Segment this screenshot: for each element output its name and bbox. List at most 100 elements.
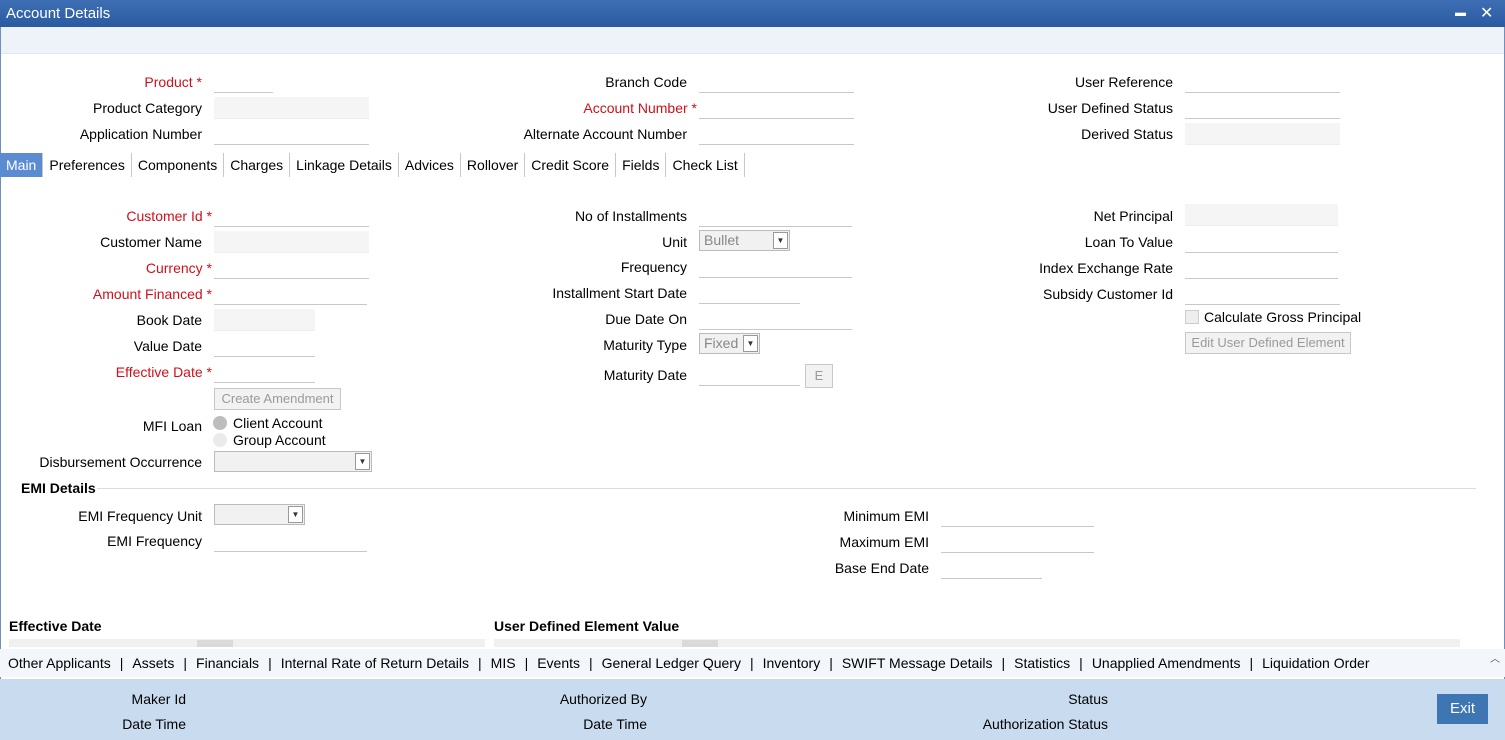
- customer-id-label: Customer Id *: [126, 208, 212, 224]
- user-defined-element-value-grid: [494, 639, 1460, 647]
- user-defined-status-label: User Defined Status: [1047, 100, 1173, 116]
- edit-user-defined-element-button[interactable]: Edit User Defined Element: [1185, 332, 1351, 354]
- tab-linkage-details[interactable]: Linkage Details: [290, 153, 399, 177]
- user-defined-status-input[interactable]: [1185, 97, 1340, 119]
- audit-footer: [0, 679, 1505, 740]
- subsidy-customer-id-input[interactable]: [1185, 283, 1340, 305]
- scroll-up-icon[interactable]: ︿: [1490, 650, 1500, 665]
- tab-charges[interactable]: Charges: [224, 153, 291, 177]
- link-mis[interactable]: MIS: [491, 655, 516, 671]
- maximum-emi-label: Maximum EMI: [839, 534, 929, 550]
- chevron-down-icon: ▼: [773, 232, 788, 249]
- link-liquidation-order[interactable]: Liquidation Order: [1262, 655, 1369, 671]
- minimum-emi-input[interactable]: [941, 505, 1094, 527]
- loan-to-value-input[interactable]: [1185, 231, 1338, 253]
- frequency-input[interactable]: [699, 256, 852, 278]
- authorization-status-label: Authorization Status: [982, 716, 1108, 732]
- link-financials[interactable]: Financials: [196, 655, 259, 671]
- branch-code-input[interactable]: [699, 71, 854, 93]
- customer-id-input[interactable]: [214, 205, 369, 227]
- link-swift-message-details[interactable]: SWIFT Message Details: [842, 655, 993, 671]
- user-defined-element-value-grid-title: User Defined Element Value: [494, 618, 680, 634]
- currency-label: Currency *: [145, 260, 212, 276]
- minimize-icon[interactable]: ▬: [1455, 7, 1466, 19]
- links-row: Other Applicants | Assets | Financials | Inter…: [8, 655, 1370, 671]
- link-internal-rate-of-return-details[interactable]: Internal Rate of Return Details: [281, 655, 469, 671]
- create-amendment-button[interactable]: Create Amendment: [214, 388, 341, 410]
- index-exchange-rate-label: Index Exchange Rate: [1039, 260, 1173, 276]
- value-date-label: Value Date: [133, 338, 202, 354]
- amount-financed-label: Amount Financed *: [92, 286, 212, 302]
- tab-main[interactable]: Main: [0, 153, 44, 177]
- close-icon[interactable]: ✕: [1480, 3, 1493, 23]
- window-title: Account Details: [6, 5, 111, 22]
- link-general-ledger-query[interactable]: General Ledger Query: [602, 655, 741, 671]
- emi-frequency-unit-label: EMI Frequency Unit: [78, 508, 202, 524]
- client-account-label: Client Account: [233, 415, 323, 431]
- calculate-gross-principal-checkbox[interactable]: [1185, 310, 1199, 324]
- installment-start-date-label: Installment Start Date: [552, 285, 687, 301]
- application-number-input[interactable]: [214, 123, 369, 145]
- net-principal-label: Net Principal: [1093, 208, 1173, 224]
- title-bar: Account Details ▬ ✕: [0, 0, 1505, 27]
- tab-check-list[interactable]: Check List: [666, 153, 745, 177]
- grid-button[interactable]: [197, 640, 233, 647]
- tab-rollover[interactable]: Rollover: [461, 153, 526, 177]
- tab-fields[interactable]: Fields: [616, 153, 667, 177]
- exit-button[interactable]: Exit: [1437, 694, 1488, 724]
- link-separator: |: [183, 655, 188, 671]
- maturity-date-input[interactable]: [699, 364, 800, 386]
- tab-preferences[interactable]: Preferences: [43, 153, 132, 177]
- index-exchange-rate-input[interactable]: [1185, 257, 1338, 279]
- amount-financed-input[interactable]: [214, 283, 367, 305]
- maximum-emi-input[interactable]: [941, 531, 1094, 553]
- chevron-down-icon: ▼: [288, 506, 303, 523]
- customer-name-label: Customer Name: [100, 234, 202, 250]
- installment-start-date-input[interactable]: [699, 282, 800, 304]
- tab-advices[interactable]: Advices: [399, 153, 461, 177]
- account-number-input[interactable]: [699, 97, 854, 119]
- client-account-radio[interactable]: [213, 416, 227, 430]
- section-divider: [97, 488, 1476, 489]
- net-principal-field: [1185, 204, 1338, 226]
- base-end-date-label: Base End Date: [834, 560, 929, 576]
- link-separator: |: [1249, 655, 1254, 671]
- loan-to-value-label: Loan To Value: [1084, 234, 1173, 250]
- effective-date-grid-title: Effective Date: [9, 618, 102, 634]
- emi-frequency-unit-select[interactable]: ▼: [214, 504, 305, 525]
- e-button[interactable]: E: [805, 364, 833, 388]
- user-reference-input[interactable]: [1185, 71, 1340, 93]
- grid-button[interactable]: [682, 640, 718, 647]
- chevron-down-icon: ▼: [355, 453, 370, 470]
- emi-frequency-input[interactable]: [214, 530, 367, 552]
- link-events[interactable]: Events: [537, 655, 580, 671]
- status-label: Status: [1068, 691, 1108, 707]
- product-category-field: [214, 97, 369, 119]
- tab-credit-score[interactable]: Credit Score: [525, 153, 617, 177]
- disbursement-occurrence-select[interactable]: ▼: [214, 451, 372, 472]
- maturity-type-select[interactable]: Fixed ▼: [699, 333, 760, 354]
- currency-input[interactable]: [214, 257, 369, 279]
- application-number-label: Application Number: [79, 126, 202, 142]
- link-unapplied-amendments[interactable]: Unapplied Amendments: [1092, 655, 1241, 671]
- mfi-loan-label: MFI Loan: [142, 418, 202, 434]
- emi-frequency-label: EMI Frequency: [107, 533, 202, 549]
- chevron-down-icon: ▼: [743, 335, 758, 352]
- link-statistics[interactable]: Statistics: [1014, 655, 1070, 671]
- effective-date-input[interactable]: [214, 361, 315, 383]
- calculate-gross-principal-label: Calculate Gross Principal: [1204, 309, 1362, 325]
- no-of-installments-input[interactable]: [699, 205, 852, 227]
- link-inventory[interactable]: Inventory: [763, 655, 821, 671]
- link-assets[interactable]: Assets: [132, 655, 174, 671]
- value-date-input[interactable]: [214, 335, 315, 357]
- due-date-on-label: Due Date On: [605, 311, 687, 327]
- product-input[interactable]: [214, 71, 273, 93]
- tab-components[interactable]: Components: [132, 153, 225, 177]
- alternate-account-number-input[interactable]: [699, 123, 854, 145]
- base-end-date-input[interactable]: [941, 557, 1042, 579]
- due-date-on-input[interactable]: [699, 308, 852, 330]
- link-other-applicants[interactable]: Other Applicants: [8, 655, 111, 671]
- unit-select[interactable]: Bullet ▼: [699, 230, 790, 251]
- link-separator: |: [119, 655, 124, 671]
- group-account-radio[interactable]: [213, 433, 227, 447]
